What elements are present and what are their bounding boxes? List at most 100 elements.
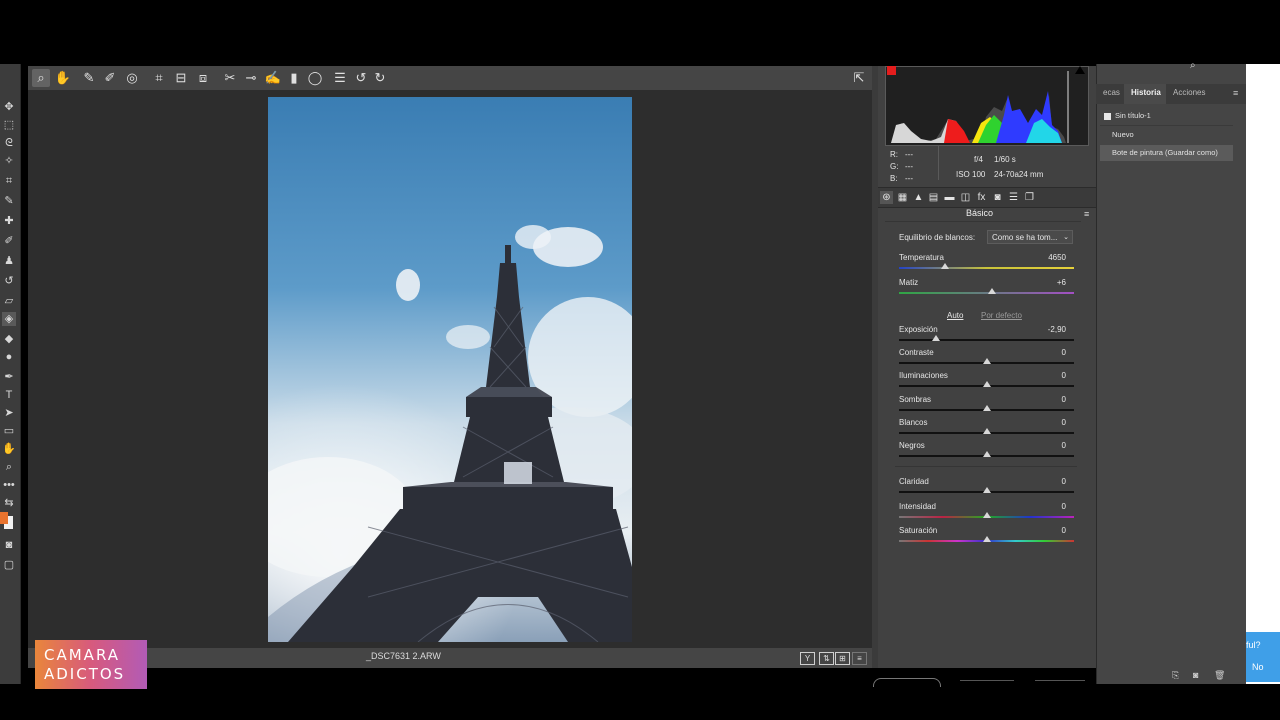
rotate-left-icon[interactable]: ↺ [352,69,370,87]
slider-value[interactable]: 4650 [1026,253,1066,262]
slider-value[interactable]: 0 [1026,348,1066,357]
pen-tool-icon[interactable]: ✒ [2,370,16,384]
shape-tool-icon[interactable]: ▭ [2,424,16,438]
hand-icon[interactable]: ✋ [54,69,72,87]
done-button-edge[interactable] [1035,680,1085,687]
history-item[interactable]: Sin título-1 [1100,108,1248,124]
open-button-edge[interactable] [960,680,1014,687]
crop-icon[interactable]: ⌗ [150,69,168,87]
hand-tool-icon[interactable]: ✋ [2,442,16,456]
color-sampler-icon[interactable]: ✐ [101,69,119,87]
stamp-tool-icon[interactable]: ♟ [2,254,16,268]
blur-tool-icon[interactable]: ◆ [2,332,16,346]
view-copy-button[interactable]: ⊞ [835,652,850,665]
screen-mode-icon[interactable]: ▢ [2,558,16,572]
split-toning-tab-icon[interactable]: ▬ [943,191,956,204]
target-adjust-icon[interactable]: ◎ [123,69,141,87]
straighten-icon[interactable]: ⊟ [172,69,190,87]
cancel-button-edge[interactable] [873,678,941,687]
slider-value[interactable]: 0 [1026,395,1066,404]
radial-filter-icon[interactable]: ◯ [306,69,324,87]
paint-bucket-icon[interactable]: ◈ [2,312,16,326]
path-select-icon[interactable]: ➤ [2,406,16,420]
snapshots-tab-icon[interactable]: ❐ [1023,191,1036,204]
tab-actions[interactable]: Acciones [1173,88,1205,97]
camera-icon[interactable]: ◙ [1193,670,1198,680]
slider-thumb[interactable] [982,428,991,434]
zoom-icon[interactable]: ⌕ [32,69,50,87]
slider-thumb[interactable] [982,536,991,542]
default-link[interactable]: Por defecto [981,311,1022,320]
photo-preview[interactable] [268,97,632,642]
transform-icon[interactable]: ⧈ [194,69,212,87]
white-balance-icon[interactable]: ✎ [80,69,98,87]
ps-panel-menu-icon[interactable]: ≡ [1233,88,1238,98]
quick-mask-icon[interactable]: ◙ [2,538,16,552]
tab-history[interactable]: Historia [1131,88,1161,97]
view-settings-button[interactable]: ≡ [852,652,867,665]
zoom-tool-icon[interactable]: ⌕ [2,460,16,474]
history-item-selected[interactable]: Bote de pintura (Guardar como) [1100,145,1233,161]
lens-corrections-tab-icon[interactable]: ◫ [959,191,972,204]
presets-list-icon[interactable]: ☰ [331,69,349,87]
fullscreen-toggle-icon[interactable]: ⇱ [850,69,868,87]
healing-tool-icon[interactable]: ✚ [2,214,16,228]
basic-tab-icon[interactable]: ⊛ [880,191,893,204]
camera-calibration-tab-icon[interactable]: ◙ [991,191,1004,204]
graduated-filter-icon[interactable]: ▮ [285,69,303,87]
rotate-right-icon[interactable]: ↻ [371,69,389,87]
feedback-no[interactable]: No [1252,662,1264,672]
slider-value[interactable]: 0 [1026,371,1066,380]
slider-value[interactable]: 0 [1026,526,1066,535]
slider-thumb[interactable] [940,263,949,269]
eyedropper-tool-icon[interactable]: ✎ [2,194,16,208]
adjustment-brush-icon[interactable]: ✍ [264,69,282,87]
view-y-button[interactable]: Y [800,652,815,665]
slider-track[interactable] [899,339,1074,341]
history-brush-icon[interactable]: ↺ [2,274,16,288]
slider-thumb[interactable] [982,451,991,457]
auto-link[interactable]: Auto [947,311,963,320]
spot-removal-icon[interactable]: ✂ [221,69,239,87]
move-tool-icon[interactable]: ✥ [2,100,16,114]
tone-curve-tab-icon[interactable]: ▦ [896,191,909,204]
slider-thumb[interactable] [982,487,991,493]
history-item[interactable]: Nuevo [1100,127,1245,143]
slider-value[interactable]: 0 [1026,502,1066,511]
hsl-tab-icon[interactable]: ▤ [927,191,940,204]
slider-thumb[interactable] [931,335,940,341]
tab-partial[interactable]: ecas [1103,88,1120,97]
slider-value[interactable]: -2,90 [1026,325,1066,334]
lasso-tool-icon[interactable]: ᘓ [2,136,16,150]
presets-tab-icon[interactable]: ☰ [1007,191,1020,204]
panel-menu-icon[interactable]: ≡ [1084,209,1089,219]
marquee-tool-icon[interactable]: ⬚ [2,118,16,132]
highlight-clipping-icon[interactable] [1075,66,1085,74]
red-eye-icon[interactable]: ⊸ [242,69,260,87]
slider-thumb[interactable] [982,358,991,364]
type-tool-icon[interactable]: T [2,388,16,402]
swap-colors-icon[interactable]: ⇆ [2,496,16,510]
dodge-tool-icon[interactable]: ● [2,350,16,364]
slider-track[interactable] [899,292,1074,294]
feedback-box[interactable]: ful? No [1246,632,1280,682]
trash-icon[interactable]: 🗑 [1214,670,1225,681]
slider-track[interactable] [899,267,1074,269]
more-tools-icon[interactable]: ••• [2,478,16,492]
slider-thumb[interactable] [982,512,991,518]
slider-thumb[interactable] [982,381,991,387]
view-swap-button[interactable]: ⇅ [819,652,834,665]
slider-value[interactable]: 0 [1026,441,1066,450]
slider-value[interactable]: 0 [1026,477,1066,486]
crop-tool-icon[interactable]: ⌗ [2,174,16,188]
slider-thumb[interactable] [987,288,996,294]
new-document-icon[interactable]: ⎘ [1172,670,1179,681]
eraser-tool-icon[interactable]: ▱ [2,294,16,308]
detail-tab-icon[interactable]: ▲ [912,191,925,204]
magic-wand-icon[interactable]: ✧ [2,154,16,168]
foreground-color-swatch[interactable] [0,512,8,524]
white-balance-dropdown[interactable]: Como se ha tom... ⌄ [987,230,1073,244]
slider-value[interactable]: +6 [1026,278,1066,287]
slider-thumb[interactable] [982,405,991,411]
search-icon[interactable]: ⌕ [1190,60,1196,71]
